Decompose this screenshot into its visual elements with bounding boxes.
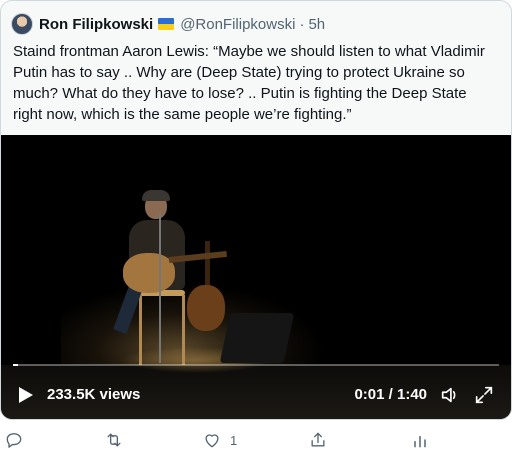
analytics-icon (414, 435, 426, 448)
tweet-text: Staind frontman Aaron Lewis: “Maybe we s… (13, 43, 485, 123)
video-frame-cap (142, 190, 170, 201)
avatar[interactable] (11, 13, 33, 35)
play-icon[interactable] (19, 387, 33, 403)
tweet-timestamp[interactable]: 5h (308, 16, 325, 33)
video-frame-stage-monitor (219, 313, 295, 363)
analytics-button[interactable] (410, 428, 430, 452)
retweet-button[interactable] (104, 428, 124, 452)
volume-icon[interactable] (439, 384, 461, 406)
tweet-card[interactable]: Ron Filipkowski @RonFilipkowski · 5h Sta… (0, 0, 512, 420)
like-count: 1 (230, 432, 238, 448)
video-controls: 233.5K views 0:01 / 1:40 (1, 381, 511, 409)
like-icon (205, 434, 219, 448)
view-count: 233.5K views (47, 386, 141, 403)
video-timecode: 0:01 / 1:40 (354, 386, 427, 403)
video-player[interactable]: 233.5K views 0:01 / 1:40 (1, 135, 511, 419)
fullscreen-icon[interactable] (473, 384, 495, 406)
retweet-icon (107, 433, 121, 447)
reply-button[interactable] (4, 428, 24, 452)
separator-dot: · (299, 15, 305, 33)
video-frame-performer-guitar (123, 253, 175, 293)
tweet-header: Ron Filipkowski @RonFilipkowski · 5h (11, 13, 325, 35)
author-handle[interactable]: @RonFilipkowski (180, 16, 295, 33)
video-frame-guitar-neck (205, 241, 210, 289)
video-progress-fill (13, 364, 18, 366)
reply-icon (6, 433, 22, 448)
video-frame-mic-stand (159, 213, 161, 363)
ukraine-flag-icon (158, 18, 175, 30)
video-progress-bar[interactable] (13, 364, 499, 366)
like-button[interactable]: 1 (202, 428, 237, 452)
video-frame-guitar-on-stand (187, 285, 225, 331)
video-frame-stool (139, 295, 185, 365)
share-icon (311, 432, 325, 447)
share-button[interactable] (308, 428, 328, 452)
tweet-actions: 1 (0, 428, 512, 452)
author-name[interactable]: Ron Filipkowski (39, 16, 153, 33)
